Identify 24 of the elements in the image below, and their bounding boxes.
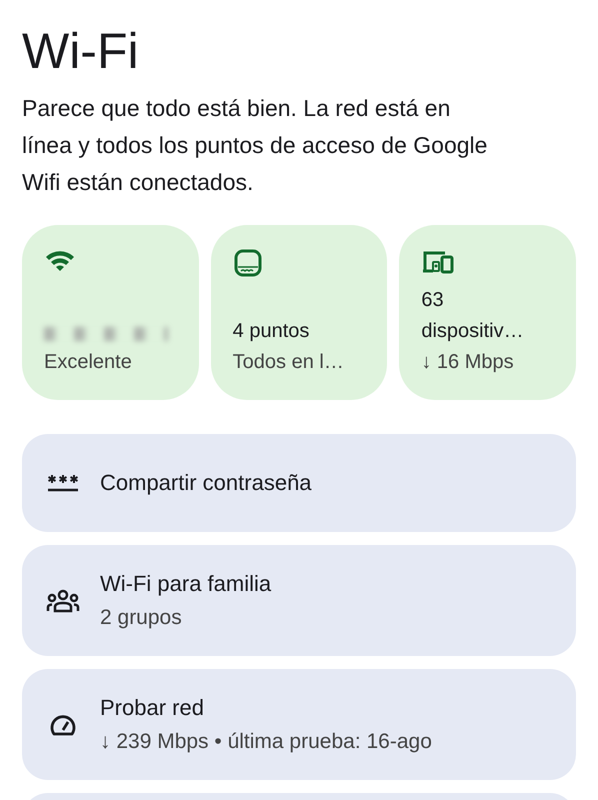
action-subtitle: ↓ 239 Mbps • última prueba: 16-ago	[100, 728, 432, 754]
tile-subtitle: Excelente	[44, 350, 133, 375]
action-title: Compartir contraseña	[100, 469, 312, 497]
action-item[interactable]: Compartir contraseña	[22, 434, 576, 532]
page-title: Wi-Fi	[22, 22, 140, 81]
status-message: Parece que todo está bien. La red está en línea y todos los puntos de acceso de Google Wifi están conectados.	[22, 94, 488, 197]
speedometer-icon	[48, 712, 78, 736]
password-icon	[47, 473, 79, 493]
router-icon	[232, 249, 263, 277]
tile-title: 63 dispositiv…	[421, 288, 525, 344]
status-tile[interactable]: Excelente	[22, 225, 199, 400]
tile-subtitle: Todos en l…	[232, 350, 345, 375]
status-tile[interactable]: 4 puntos Todos en l…	[210, 225, 388, 400]
wifi-icon	[44, 249, 76, 273]
action-title: Wi-Fi para familia	[100, 570, 272, 598]
action-item[interactable]: Wi-Fi para familia 2 grupos	[22, 545, 576, 656]
tile-subtitle: ↓ 16 Mbps	[421, 350, 515, 375]
group-icon	[46, 588, 80, 612]
action-item[interactable]: Probar red ↓ 239 Mbps • última prueba: 16-ago	[22, 669, 576, 780]
status-tile[interactable]: 63 dispositiv… ↓ 16 Mbps	[399, 225, 576, 400]
action-subtitle: 2 grupos	[100, 604, 183, 630]
action-title: Probar red	[100, 694, 205, 722]
devices-icon	[421, 249, 456, 275]
tile-title: 4 puntos	[232, 319, 310, 344]
